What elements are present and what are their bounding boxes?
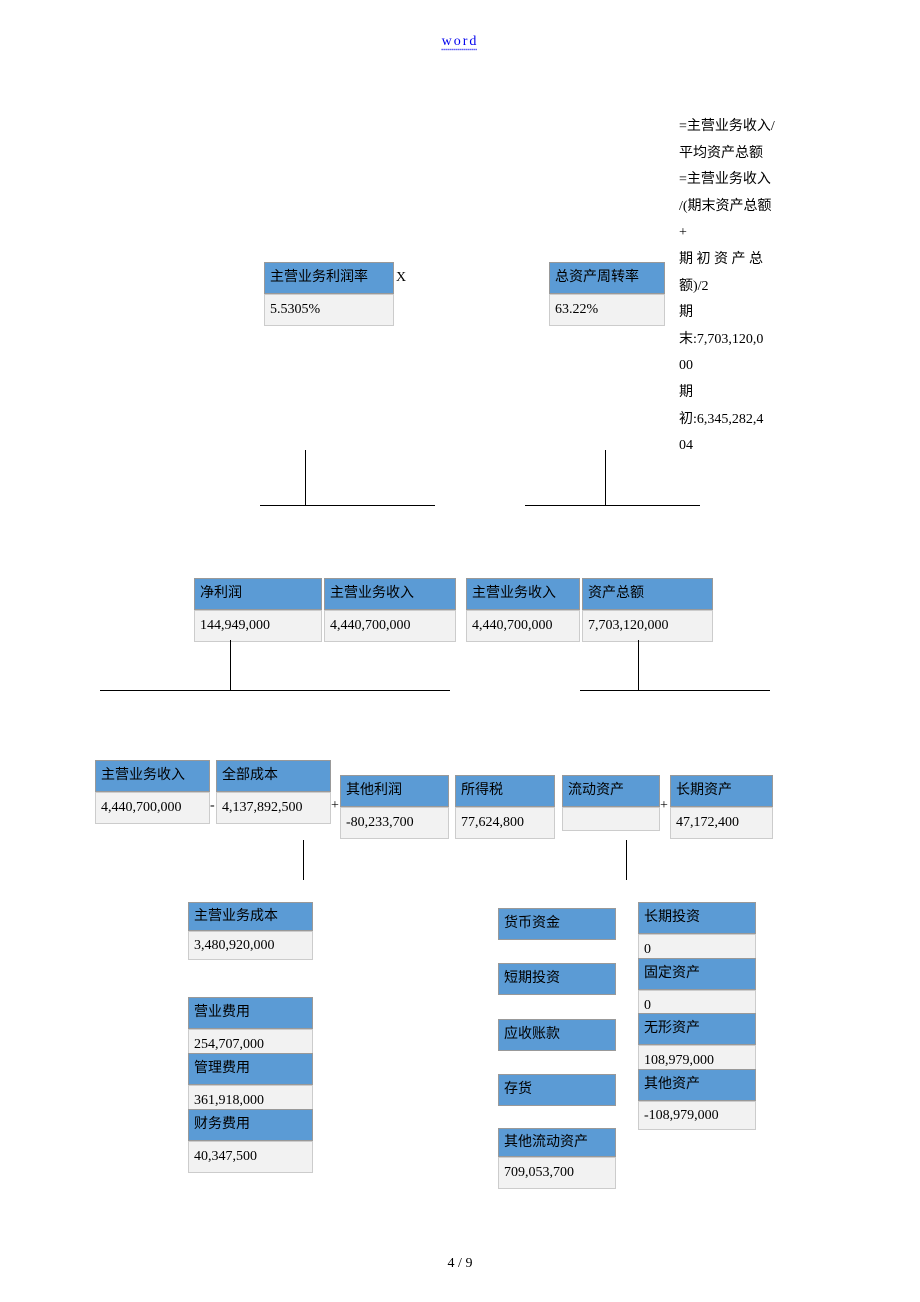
inventory: 存货 <box>498 1074 616 1106</box>
main-income-2: 主营业务收入 4,440,700,000 <box>466 578 580 642</box>
cash: 货币资金 <box>498 908 616 940</box>
plus-op-2: + <box>660 798 668 814</box>
main-cost: 主营业务成本 3,480,920,000 <box>188 902 313 960</box>
other-current: 其他流动资产 709,053,700 <box>498 1128 616 1189</box>
plus-op-1: + <box>331 798 339 814</box>
main-income-1: 主营业务收入 4,440,700,000 <box>324 578 456 642</box>
multiply-op: X <box>396 270 406 286</box>
intangible-assets: 无形资产 108,979,000 <box>638 1013 756 1077</box>
other-assets: 其他资产 -108,979,000 <box>638 1069 756 1130</box>
short-investment: 短期投资 <box>498 963 616 995</box>
long-term-assets: 长期资产 47,172,400 <box>670 775 773 839</box>
total-assets: 资产总额 7,703,120,000 <box>582 578 713 642</box>
asset-turnover-value: 63.22% <box>549 294 665 326</box>
asset-turnover-header: 总资产周转率 <box>549 262 665 294</box>
other-profit: 其他利润 -80,233,700 <box>340 775 449 839</box>
total-cost: 全部成本 4,137,892,500 <box>216 760 331 824</box>
asset-turnover: 总资产周转率 63.22% <box>549 262 665 326</box>
receivable: 应收账款 <box>498 1019 616 1051</box>
operating-expense: 营业费用 254,707,000 <box>188 997 313 1061</box>
minus-op: - <box>210 798 215 814</box>
formula-text: =主营业务收入/ 平均资产总额 =主营业务收入 /(期末资产总额 + 期 初 资… <box>679 114 819 460</box>
main-profit-rate-header: 主营业务利润率 <box>264 262 394 294</box>
net-profit: 净利润 144,949,000 <box>194 578 322 642</box>
page-number: 4 / 9 <box>448 1256 473 1272</box>
main-profit-rate: 主营业务利润率 5.5305% <box>264 262 394 326</box>
word-link[interactable]: word <box>442 34 479 50</box>
long-investment: 长期投资 0 <box>638 902 756 966</box>
current-assets: 流动资产 <box>562 775 660 831</box>
management-expense: 管理费用 361,918,000 <box>188 1053 313 1117</box>
main-income-3: 主营业务收入 4,440,700,000 <box>95 760 210 824</box>
income-tax: 所得税 77,624,800 <box>455 775 555 839</box>
financial-expense: 财务费用 40,347,500 <box>188 1109 313 1173</box>
main-profit-rate-value: 5.5305% <box>264 294 394 326</box>
